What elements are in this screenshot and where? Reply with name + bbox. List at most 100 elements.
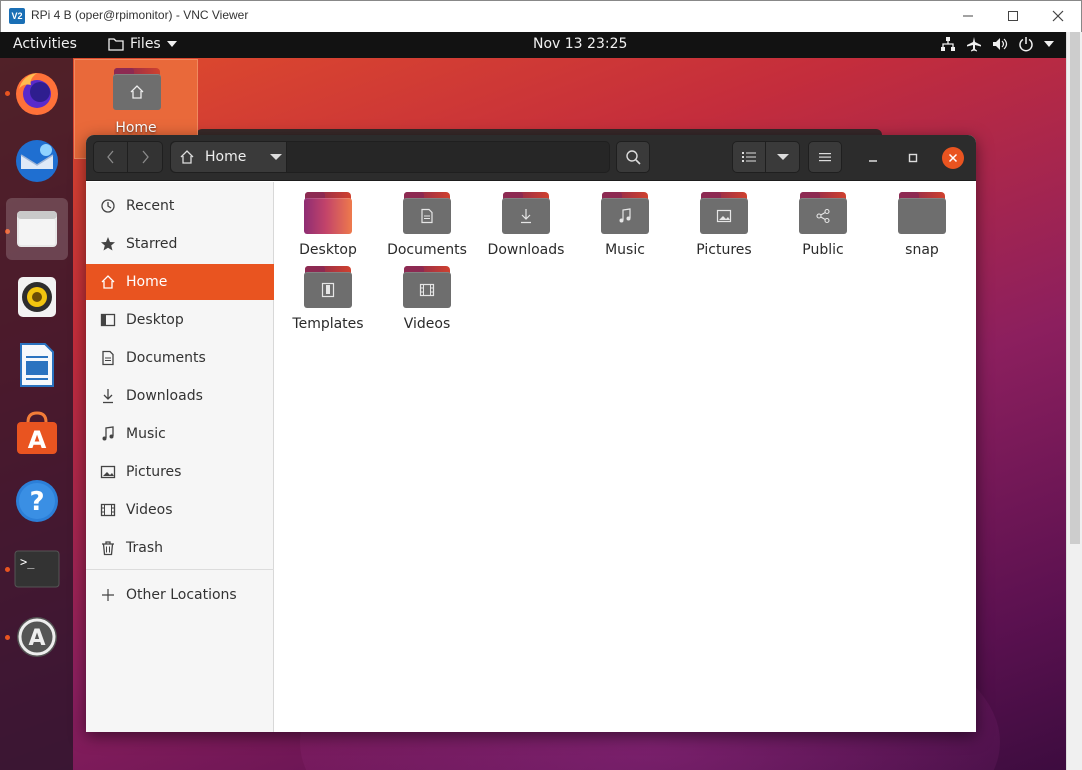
files-icon bbox=[17, 211, 57, 247]
chevron-down-icon bbox=[270, 154, 283, 160]
folder-icon bbox=[898, 192, 946, 234]
recent-icon bbox=[100, 198, 116, 214]
home-icon bbox=[180, 150, 194, 164]
path-bar: Home bbox=[170, 141, 610, 173]
sidebar-item-label: Videos bbox=[126, 502, 173, 518]
file-item-downloads[interactable]: Downloads bbox=[478, 192, 574, 262]
chevron-left-icon bbox=[106, 150, 113, 164]
sidebar-item-pictures[interactable]: Pictures bbox=[86, 454, 274, 490]
airplane-mode-icon bbox=[967, 37, 981, 52]
vnc-scrollbar-thumb[interactable] bbox=[1070, 32, 1080, 544]
vnc-window-title: RPi 4 B (oper@rpimonitor) - VNC Viewer bbox=[31, 8, 249, 22]
documents-folder-icon bbox=[403, 192, 451, 234]
downloads-icon bbox=[100, 388, 116, 404]
view-options-button[interactable] bbox=[765, 141, 800, 173]
pictures-icon bbox=[100, 464, 116, 480]
sidebar-item-home[interactable]: Home bbox=[86, 264, 274, 300]
vnc-close-button[interactable] bbox=[1044, 5, 1072, 27]
back-button[interactable] bbox=[93, 141, 128, 173]
sidebar-item-music[interactable]: Music bbox=[86, 416, 274, 452]
dock-item-help[interactable]: ? bbox=[6, 470, 68, 532]
file-label: Music bbox=[605, 242, 645, 258]
chevron-down-icon bbox=[776, 154, 789, 160]
file-item-music[interactable]: Music bbox=[577, 192, 673, 262]
clock[interactable]: Nov 13 23:25 bbox=[533, 36, 627, 52]
file-label: snap bbox=[905, 242, 939, 258]
desktop-folder-icon bbox=[304, 192, 352, 234]
vnc-maximize-button[interactable] bbox=[999, 5, 1027, 27]
writer-icon bbox=[20, 343, 54, 387]
templates-folder-icon bbox=[304, 266, 352, 308]
desktop-home-label: Home bbox=[115, 120, 157, 136]
file-label: Public bbox=[802, 242, 844, 258]
star-icon bbox=[100, 236, 116, 252]
header-bar: Home bbox=[86, 135, 976, 181]
search-button[interactable] bbox=[616, 141, 650, 173]
dock-item-rhythmbox[interactable] bbox=[6, 266, 68, 328]
file-label: Pictures bbox=[696, 242, 752, 258]
dock-item-writer[interactable] bbox=[6, 334, 68, 396]
path-home-button[interactable]: Home bbox=[171, 142, 287, 172]
file-item-documents[interactable]: Documents bbox=[379, 192, 475, 262]
svg-text:A: A bbox=[28, 626, 45, 651]
dock-item-software[interactable]: A bbox=[6, 402, 68, 464]
sidebar-item-other-locations[interactable]: Other Locations bbox=[86, 577, 274, 613]
help-icon: ? bbox=[16, 480, 58, 522]
ubuntu-desktop: Activities Files Nov 13 23:25 A ? >_ A H… bbox=[0, 32, 1066, 770]
forward-button[interactable] bbox=[128, 141, 163, 173]
sidebar-item-desktop[interactable]: Desktop bbox=[86, 302, 274, 338]
firefox-icon bbox=[16, 73, 58, 115]
places-sidebar: Recent Starred Home Desktop Documents Do… bbox=[86, 182, 274, 732]
minimize-button[interactable] bbox=[862, 147, 884, 169]
vnc-logo-icon: V2 bbox=[9, 8, 25, 24]
sidebar-item-label: Trash bbox=[126, 540, 163, 556]
file-label: Desktop bbox=[299, 242, 357, 258]
close-button[interactable] bbox=[942, 147, 964, 169]
videos-icon bbox=[100, 502, 116, 518]
svg-text:A: A bbox=[28, 426, 47, 454]
thunderbird-icon bbox=[16, 140, 58, 182]
svg-text:>_: >_ bbox=[20, 555, 35, 569]
file-label: Documents bbox=[387, 242, 467, 258]
chevron-down-icon bbox=[166, 41, 177, 47]
file-item-snap[interactable]: snap bbox=[874, 192, 970, 262]
svg-text:?: ? bbox=[29, 487, 44, 517]
vnc-scrollbar[interactable] bbox=[1066, 32, 1082, 770]
dock-item-updater[interactable]: A bbox=[6, 606, 68, 668]
minimize-icon bbox=[869, 160, 877, 162]
file-item-templates[interactable]: Templates bbox=[280, 266, 376, 336]
files-window: Home Recent Starred Home Desktop Documen… bbox=[86, 135, 976, 732]
sidebar-item-trash[interactable]: Trash bbox=[86, 530, 274, 566]
sidebar-item-downloads[interactable]: Downloads bbox=[86, 378, 274, 414]
sidebar-item-videos[interactable]: Videos bbox=[86, 492, 274, 528]
dock-item-firefox[interactable] bbox=[6, 62, 68, 124]
menu-button[interactable] bbox=[808, 141, 842, 173]
minimize-icon bbox=[963, 15, 973, 17]
file-item-pictures[interactable]: Pictures bbox=[676, 192, 772, 262]
chevron-down-icon bbox=[1044, 41, 1054, 47]
sidebar-item-label: Starred bbox=[126, 236, 178, 252]
maximize-button[interactable] bbox=[902, 147, 924, 169]
file-item-videos[interactable]: Videos bbox=[379, 266, 475, 336]
activities-button[interactable]: Activities bbox=[13, 36, 77, 52]
file-item-desktop[interactable]: Desktop bbox=[280, 192, 376, 262]
dock-item-thunderbird[interactable] bbox=[6, 130, 68, 192]
sidebar-item-documents[interactable]: Documents bbox=[86, 340, 274, 376]
navigation-buttons bbox=[93, 141, 163, 173]
system-tray[interactable] bbox=[940, 36, 1054, 52]
dock-item-terminal[interactable]: >_ bbox=[6, 538, 68, 600]
dock-item-files[interactable] bbox=[6, 198, 68, 260]
app-menu-button[interactable]: Files bbox=[108, 36, 177, 52]
dock: A ? >_ A bbox=[0, 58, 73, 770]
sidebar-item-label: Pictures bbox=[126, 464, 182, 480]
music-folder-icon bbox=[601, 192, 649, 234]
sidebar-item-recent[interactable]: Recent bbox=[86, 188, 274, 224]
sidebar-item-starred[interactable]: Starred bbox=[86, 226, 274, 262]
sidebar-item-label: Documents bbox=[126, 350, 206, 366]
file-label: Videos bbox=[403, 316, 451, 332]
vnc-minimize-button[interactable] bbox=[954, 5, 982, 27]
maximize-icon bbox=[1008, 11, 1018, 21]
view-toggle-button[interactable] bbox=[732, 141, 766, 173]
file-item-public[interactable]: Public bbox=[775, 192, 871, 262]
close-icon bbox=[948, 153, 958, 163]
